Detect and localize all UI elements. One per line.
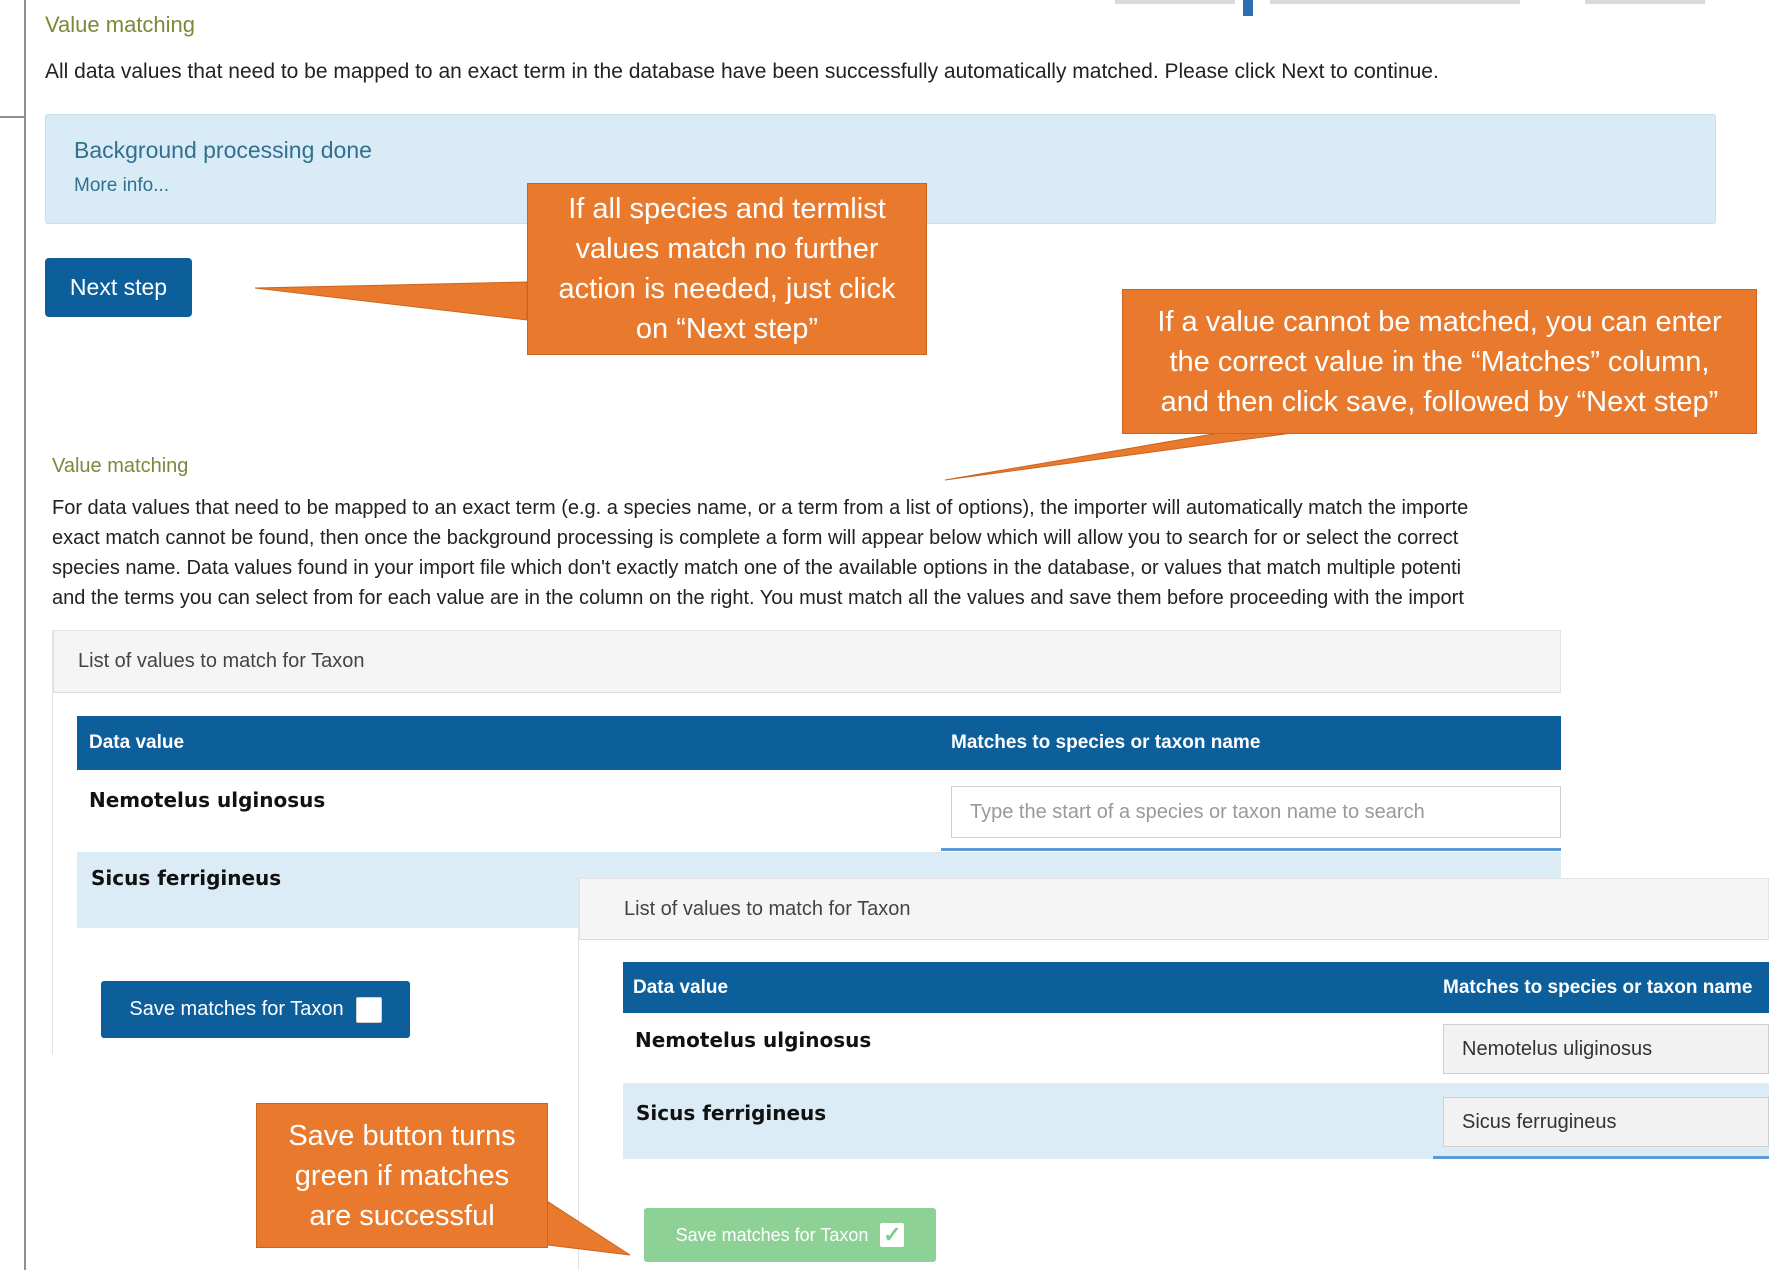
callout-line: Save button turns (288, 1119, 516, 1152)
callout-line: are successful (309, 1199, 495, 1232)
callout-line: action is needed, just click (558, 273, 896, 305)
callout-line: values match no further (575, 233, 879, 265)
callout-line: and then click save, followed by “Next s… (1160, 385, 1719, 418)
pointer-matches (944, 431, 1301, 481)
callout-line: If a value cannot be matched, you can en… (1157, 305, 1722, 338)
callout-line: green if matches (294, 1159, 510, 1192)
callout-line: If all species and termlist (568, 193, 886, 225)
callout-save-green: Save button turns green if matches are s… (256, 1103, 548, 1248)
pointer-next-step (254, 281, 528, 321)
callout-next-step: If all species and termlist values match… (527, 183, 927, 355)
callout-cannot-match: If a value cannot be matched, you can en… (1122, 289, 1757, 434)
callout-line: on “Next step” (635, 313, 819, 345)
callout-line: the correct value in the “Matches” colum… (1169, 345, 1710, 378)
